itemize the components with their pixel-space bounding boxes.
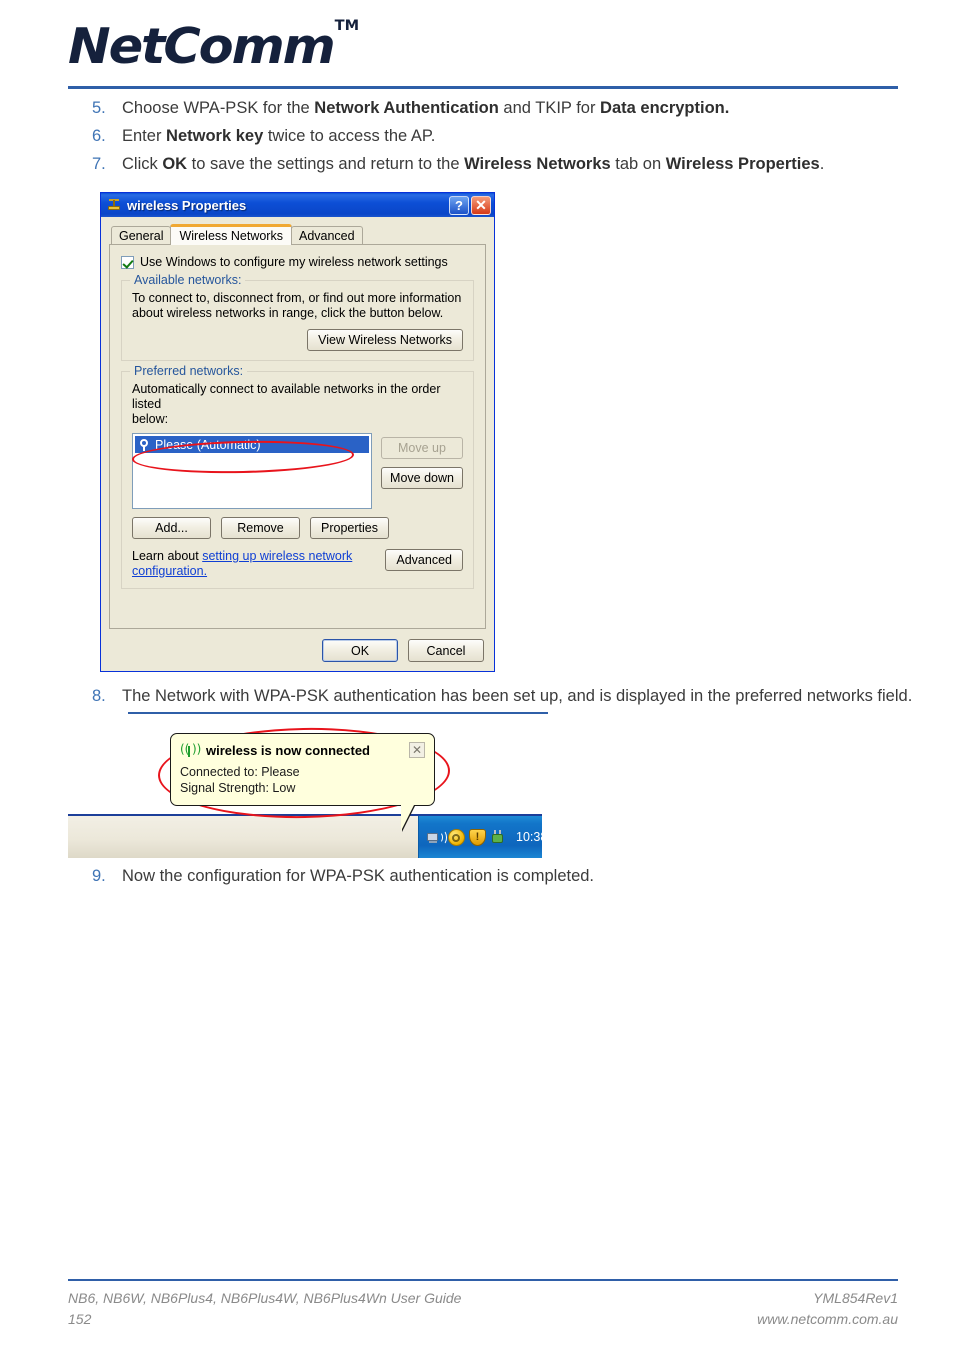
move-up-button[interactable]: Move up bbox=[381, 437, 463, 459]
page-footer: NB6, NB6W, NB6Plus4, NB6Plus4W, NB6Plus4… bbox=[68, 1288, 898, 1330]
available-networks-description-line1: To connect to, disconnect from, or find … bbox=[132, 291, 462, 305]
step-number: 9. bbox=[92, 867, 106, 885]
footer-guide-title: NB6, NB6W, NB6Plus4, NB6Plus4W, NB6Plus4… bbox=[68, 1290, 462, 1306]
use-windows-checkbox[interactable] bbox=[121, 255, 134, 269]
preferred-networks-buttons: Add... Remove Properties bbox=[132, 517, 463, 539]
learn-about-row: Learn about setting up wireless network … bbox=[132, 549, 463, 579]
wireless-network-icon[interactable] bbox=[427, 829, 447, 846]
step-text: The Network with WPA-PSK authentication … bbox=[122, 687, 913, 705]
page-header: NetCommTM bbox=[0, 0, 954, 92]
preferred-networks-description-line1: Automatically connect to available netwo… bbox=[132, 382, 441, 411]
security-shield-icon[interactable]: ! bbox=[469, 828, 486, 846]
footer-website: www.netcomm.com.au bbox=[757, 1311, 898, 1327]
step-number: 7. bbox=[92, 155, 106, 173]
logo-trademark: TM bbox=[334, 17, 360, 34]
network-connection-icon bbox=[106, 197, 122, 213]
netcomm-logo: NetCommTM bbox=[68, 19, 359, 71]
learn-about-text: Learn about setting up wireless network … bbox=[132, 549, 382, 579]
close-icon[interactable]: ✕ bbox=[409, 742, 425, 758]
help-icon[interactable]: ? bbox=[449, 195, 469, 215]
footer-doc-revision: YML854Rev1 bbox=[813, 1290, 898, 1306]
wireless-signal-icon: (()) bbox=[180, 742, 202, 757]
step-text: Choose WPA-PSK for the Network Authentic… bbox=[122, 99, 730, 117]
use-windows-checkbox-row[interactable]: Use Windows to configure my wireless net… bbox=[121, 255, 474, 269]
balloon-title: wireless is now connected bbox=[206, 742, 370, 758]
step-item-7: 7. Click OK to save the settings and ret… bbox=[92, 154, 824, 175]
available-networks-group: Available networks: To connect to, disco… bbox=[121, 273, 474, 361]
yellow-alert-icon[interactable] bbox=[448, 828, 465, 846]
wireless-properties-dialog: wireless Properties ? ✕ General Wireless… bbox=[100, 192, 495, 672]
properties-button[interactable]: Properties bbox=[310, 517, 389, 539]
balloon-header: (()) wireless is now connected ✕ bbox=[180, 742, 425, 758]
setup-wireless-link-line1: setting up wireless network bbox=[202, 549, 353, 563]
step8-rule bbox=[128, 712, 548, 714]
header-rule bbox=[68, 86, 898, 89]
balloon-signal-strength: Signal Strength: Low bbox=[180, 781, 296, 795]
available-networks-actions: View Wireless Networks bbox=[132, 329, 463, 351]
available-networks-description: To connect to, disconnect from, or find … bbox=[132, 291, 463, 321]
wireless-connected-balloon: (()) wireless is now connected ✕ Connect… bbox=[170, 733, 435, 806]
preferred-networks-move-buttons: Move up Move down bbox=[381, 433, 463, 489]
dialog-body: General Wireless Networks Advanced Use W… bbox=[101, 217, 494, 671]
step-item-6: 6. Enter Network key twice to access the… bbox=[92, 126, 435, 147]
preferred-networks-group: Preferred networks: Automatically connec… bbox=[121, 364, 474, 589]
wireless-network-icon bbox=[137, 438, 151, 452]
preferred-networks-listbox[interactable]: Please (Automatic) bbox=[132, 433, 372, 509]
preferred-networks-description: Automatically connect to available netwo… bbox=[132, 382, 463, 427]
preferred-networks-description-line2: below: bbox=[132, 412, 169, 426]
taskbar-clock[interactable]: 10:38 bbox=[516, 830, 547, 844]
use-windows-checkbox-label: Use Windows to configure my wireless net… bbox=[140, 255, 448, 269]
learn-about-prefix: Learn about bbox=[132, 549, 203, 563]
add-button[interactable]: Add... bbox=[132, 517, 211, 539]
list-item-label: Please (Automatic) bbox=[155, 437, 261, 452]
step-text: Now the configuration for WPA-PSK authen… bbox=[122, 867, 595, 885]
preferred-networks-row: Please (Automatic) Move up Move down bbox=[132, 433, 463, 509]
step-item-8: 8. The Network with WPA-PSK authenticati… bbox=[92, 686, 912, 707]
cancel-button[interactable]: Cancel bbox=[408, 639, 484, 662]
tab-general[interactable]: General bbox=[111, 226, 172, 245]
logo-wordmark: NetComm bbox=[68, 18, 336, 75]
dialog-title: wireless Properties bbox=[127, 197, 247, 213]
dialog-footer-buttons: OK Cancel bbox=[322, 639, 484, 662]
windows-taskbar: ! 10:38 bbox=[68, 814, 547, 858]
balloon-connected-to: Connected to: Please bbox=[180, 765, 300, 779]
tab-advanced[interactable]: Advanced bbox=[290, 226, 363, 245]
footer-row-2: 152 www.netcomm.com.au bbox=[68, 1309, 898, 1330]
footer-rule bbox=[68, 1279, 898, 1281]
network-plug-icon[interactable] bbox=[490, 829, 507, 846]
close-icon[interactable]: ✕ bbox=[471, 195, 491, 215]
tab-wireless-networks[interactable]: Wireless Networks bbox=[170, 224, 292, 245]
remove-button[interactable]: Remove bbox=[221, 517, 300, 539]
setup-wireless-link-line2: configuration. bbox=[132, 564, 208, 578]
move-down-button[interactable]: Move down bbox=[381, 467, 463, 489]
preferred-networks-listbox-wrap: Please (Automatic) bbox=[132, 433, 372, 509]
step-text: Click OK to save the settings and return… bbox=[122, 155, 825, 173]
step-number: 5. bbox=[92, 99, 106, 117]
footer-page-number: 152 bbox=[68, 1311, 92, 1327]
available-networks-description-line2: about wireless networks in range, click … bbox=[132, 306, 444, 320]
ok-button[interactable]: OK bbox=[322, 639, 398, 662]
step-item-5: 5. Choose WPA-PSK for the Network Authen… bbox=[92, 98, 729, 119]
step-number: 6. bbox=[92, 127, 106, 145]
preferred-networks-legend: Preferred networks: bbox=[130, 364, 248, 378]
view-wireless-networks-button[interactable]: View Wireless Networks bbox=[307, 329, 463, 351]
dialog-titlebar[interactable]: wireless Properties ? ✕ bbox=[101, 193, 494, 217]
step-item-9: 9. Now the configuration for WPA-PSK aut… bbox=[92, 866, 594, 887]
titlebar-buttons: ? ✕ bbox=[449, 195, 491, 215]
dialog-tabs: General Wireless Networks Advanced bbox=[111, 224, 486, 245]
balloon-tail bbox=[401, 805, 414, 831]
step-number: 8. bbox=[92, 687, 106, 705]
available-networks-legend: Available networks: bbox=[130, 273, 246, 287]
step-text: Enter Network key twice to access the AP… bbox=[122, 127, 436, 145]
list-item[interactable]: Please (Automatic) bbox=[135, 436, 369, 453]
footer-row-1: NB6, NB6W, NB6Plus4, NB6Plus4W, NB6Plus4… bbox=[68, 1288, 898, 1309]
wireless-networks-panel: Use Windows to configure my wireless net… bbox=[109, 244, 486, 629]
system-tray: ! 10:38 bbox=[418, 816, 547, 858]
advanced-button[interactable]: Advanced bbox=[385, 549, 463, 571]
